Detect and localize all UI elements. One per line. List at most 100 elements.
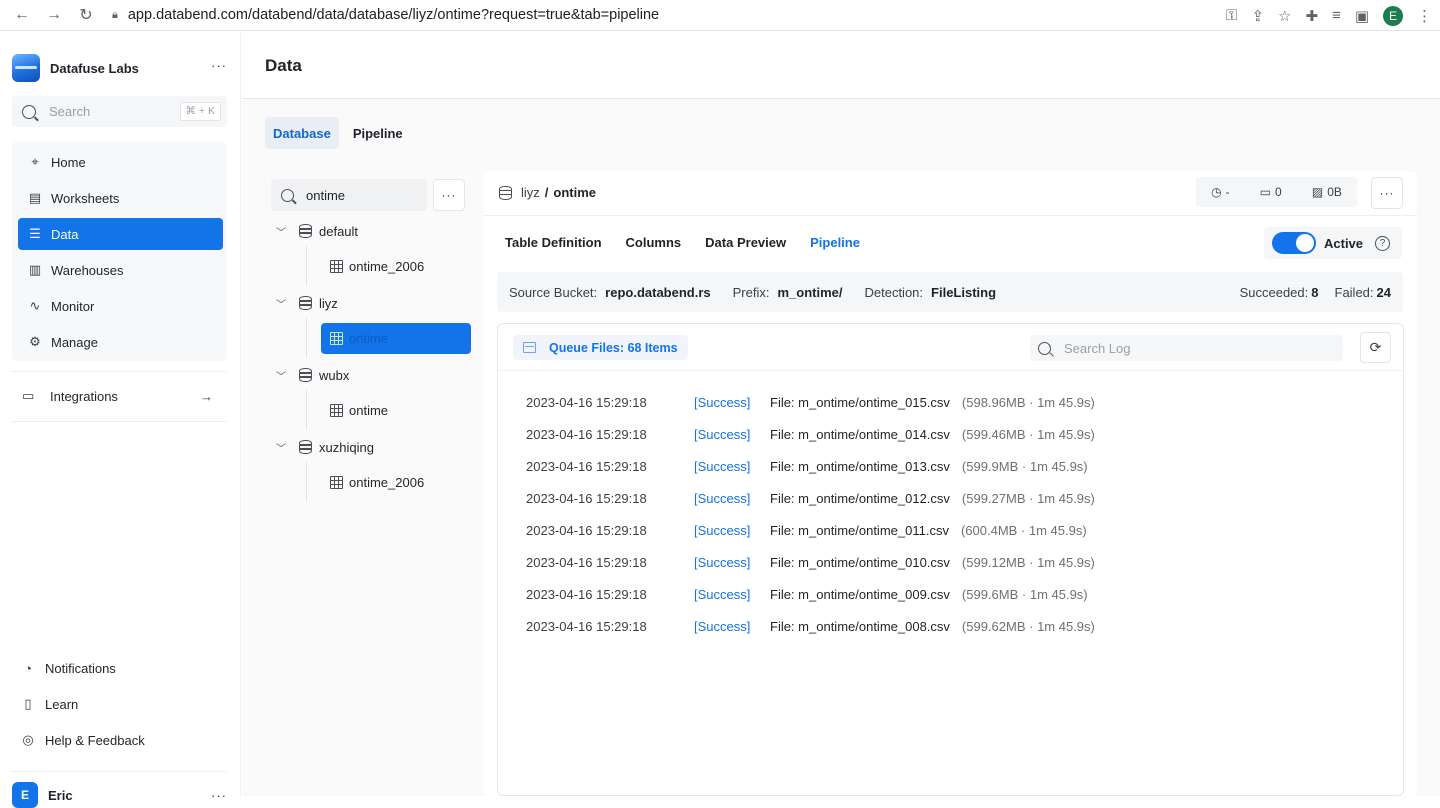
- divider: [12, 371, 227, 372]
- key-icon[interactable]: ⚿: [1226, 7, 1237, 24]
- database-icon: [499, 185, 512, 200]
- sidebar-search[interactable]: Search ⌘ + K: [12, 96, 227, 127]
- tab-table-definition[interactable]: Table Definition: [505, 235, 602, 250]
- browser-toolbar: ← → ↻ 🔒︎ app.databend.com/databend/data/…: [0, 0, 1440, 31]
- queue-icon: [523, 342, 536, 353]
- sidepanel-icon[interactable]: ▣: [1355, 7, 1369, 25]
- pipeline-status: Active ?: [1264, 227, 1402, 259]
- sidebar: Datafuse Labs ··· Search ⌘ + K ⌖ Home ▤ Wo…: [0, 32, 241, 808]
- database-icon: [299, 224, 312, 238]
- star-icon[interactable]: ☆: [1278, 7, 1291, 25]
- back-icon[interactable]: ←: [6, 0, 38, 31]
- database-icon: [299, 296, 312, 310]
- succeeded-count: 8: [1311, 284, 1319, 300]
- card-header: liyz / ontime ◷ - ▭ 0 ▨ 0B ···: [484, 171, 1417, 216]
- avatar: E: [12, 782, 38, 808]
- data-tabs: Database Pipeline: [265, 117, 411, 149]
- tree-guide-line: [306, 246, 307, 286]
- main-area: Data Database Pipeline ontime ··· ﹀ defa…: [242, 32, 1440, 796]
- help-icon[interactable]: ?: [1375, 235, 1390, 251]
- sidebar-item-learn[interactable]: ▯ Learn: [20, 692, 78, 716]
- tree-table-item[interactable]: ontime: [321, 395, 471, 426]
- tab-data-preview[interactable]: Data Preview: [705, 235, 786, 250]
- sidebar-item-home[interactable]: ⌖ Home: [18, 146, 223, 178]
- profile-avatar[interactable]: E: [1383, 5, 1403, 26]
- search-icon: [1038, 341, 1051, 355]
- search-icon: [281, 188, 294, 202]
- card-more-button[interactable]: ···: [1371, 177, 1403, 209]
- extensions-icon[interactable]: ✚: [1305, 7, 1318, 25]
- home-icon: ⌖: [31, 154, 39, 169]
- chevron-down-icon[interactable]: ﹀: [276, 224, 288, 239]
- log-search-placeholder: Search Log: [1064, 340, 1131, 356]
- user-name: Eric: [48, 787, 73, 803]
- sidebar-item-help[interactable]: ◎ Help & Feedback: [20, 728, 144, 752]
- tree-table-item-selected[interactable]: ontime: [321, 323, 471, 354]
- sidebar-item-data[interactable]: ☰ Data: [18, 218, 223, 250]
- clock-icon: ◷: [1211, 185, 1222, 199]
- tree-more-button[interactable]: ···: [433, 179, 465, 211]
- tree-guide-line: [306, 390, 307, 430]
- stat-time: ◷ -: [1211, 185, 1230, 199]
- tree-table-item[interactable]: ontime_2006: [321, 467, 471, 498]
- chevron-down-icon[interactable]: ﹀: [276, 440, 288, 455]
- tab-pipeline-detail[interactable]: Pipeline: [810, 235, 860, 250]
- storage-icon: ▨: [1311, 185, 1324, 199]
- tree-database-xuzhiqing[interactable]: ﹀ xuzhiqing: [276, 436, 374, 458]
- briefcase-icon: ▭: [22, 388, 35, 403]
- chevron-down-icon[interactable]: ﹀: [276, 296, 288, 311]
- tree-guide-line: [306, 318, 307, 358]
- sidebar-item-manage[interactable]: ⚙ Manage: [18, 326, 223, 358]
- log-search-input[interactable]: Search Log: [1030, 335, 1343, 361]
- tab-columns[interactable]: Columns: [626, 235, 682, 250]
- database-icon: [299, 368, 312, 382]
- pulse-icon: ∿: [29, 298, 41, 313]
- chevron-down-icon[interactable]: ﹀: [276, 368, 288, 383]
- divider: [12, 771, 227, 772]
- database-icon: ☰: [29, 226, 41, 241]
- rows-icon: ▭: [1259, 185, 1272, 199]
- queue-files-badge[interactable]: Queue Files: 68 Items: [513, 335, 688, 360]
- share-icon[interactable]: ⇪: [1251, 7, 1264, 25]
- refresh-button[interactable]: ⟳: [1360, 332, 1391, 363]
- forward-icon[interactable]: →: [38, 0, 70, 31]
- log-row: 2023-04-16 15:29:18 [Success] File: m_on…: [526, 586, 1088, 602]
- worksheet-icon: ▤: [28, 190, 42, 205]
- pipeline-info: Source Bucket: repo.databend.rs Prefix: …: [497, 272, 1403, 312]
- tree-database-liyz[interactable]: ﹀ liyz: [276, 292, 338, 314]
- gear-icon: ⚙: [29, 334, 41, 349]
- url-text[interactable]: app.databend.com/databend/data/database/…: [128, 7, 659, 23]
- org-switcher[interactable]: Datafuse Labs: [12, 54, 139, 82]
- table-icon: [330, 476, 343, 489]
- sidebar-item-integrations[interactable]: ▭ Integrations →: [12, 380, 227, 412]
- media-icon[interactable]: ≡: [1332, 7, 1341, 24]
- sidebar-item-notifications[interactable]: ◔ Notifications: [20, 656, 116, 680]
- stat-rows: ▭ 0: [1259, 185, 1282, 199]
- tree-database-default[interactable]: ﹀ default: [276, 220, 358, 242]
- browser-menu-icon[interactable]: ⋮: [1417, 7, 1432, 25]
- sidebar-item-warehouses[interactable]: ▥ Warehouses: [18, 254, 223, 286]
- lock-icon: 🔒︎: [112, 8, 118, 21]
- table-detail-card: liyz / ontime ◷ - ▭ 0 ▨ 0B ··· Table Defini…: [484, 171, 1417, 796]
- address-bar[interactable]: 🔒︎ app.databend.com/databend/data/databa…: [112, 7, 659, 23]
- log-row: 2023-04-16 15:29:18 [Success] File: m_on…: [526, 458, 1088, 474]
- tab-database[interactable]: Database: [265, 117, 339, 149]
- reload-icon[interactable]: ↻: [70, 0, 102, 31]
- tab-pipeline[interactable]: Pipeline: [345, 117, 411, 149]
- prefix: m_ontime/: [777, 284, 843, 300]
- sidebar-item-worksheets[interactable]: ▤ Worksheets: [18, 182, 223, 214]
- org-more-icon[interactable]: ···: [211, 58, 227, 73]
- book-icon: ▯: [24, 696, 32, 711]
- sidebar-item-monitor[interactable]: ∿ Monitor: [18, 290, 223, 322]
- active-toggle[interactable]: [1272, 232, 1316, 254]
- user-menu[interactable]: E Eric: [12, 782, 73, 808]
- bell-icon: ◔: [24, 660, 32, 676]
- table-stats: ◷ - ▭ 0 ▨ 0B: [1196, 177, 1357, 207]
- breadcrumb-database[interactable]: liyz: [521, 185, 540, 200]
- org-logo: [12, 54, 40, 82]
- tree-table-item[interactable]: ontime_2006: [321, 251, 471, 282]
- breadcrumb: liyz / ontime: [499, 185, 596, 200]
- tree-database-wubx[interactable]: ﹀ wubx: [276, 364, 349, 386]
- tree-search-input[interactable]: ontime: [271, 179, 427, 211]
- log-row: 2023-04-16 15:29:18 [Success] File: m_on…: [526, 394, 1095, 410]
